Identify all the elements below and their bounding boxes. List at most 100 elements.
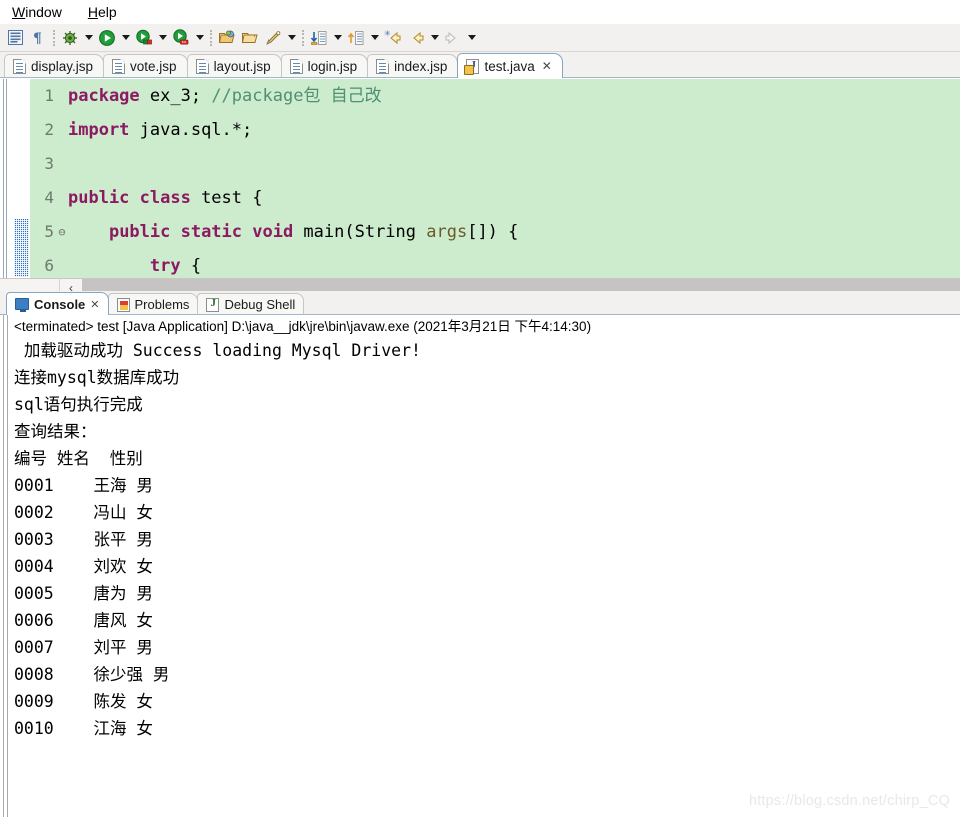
toolbar-separator — [210, 29, 212, 46]
menu-item-window-mnemonic: W — [12, 4, 26, 20]
console-output-panel[interactable]: <terminated> test [Java Application] D:\… — [0, 315, 960, 817]
code-line-text: public class test { — [68, 188, 263, 208]
open-type-icon[interactable] — [216, 27, 238, 49]
tab-console[interactable]: Console ✕ — [6, 292, 109, 315]
console-output-line: 加载驱动成功 Success loading Mysql Driver! — [14, 341, 421, 360]
svg-text:¶: ¶ — [33, 31, 42, 46]
console-output-line: 0004 刘欢 女 — [14, 557, 153, 576]
console-status-line: <terminated> test [Java Application] D:\… — [14, 319, 592, 334]
run-configurations-dropdown-arrow[interactable] — [156, 27, 169, 49]
code-line: 3 — [30, 147, 960, 181]
console-output-lines: 加载驱动成功 Success loading Mysql Driver! 连接my… — [14, 337, 960, 742]
forward-icon[interactable] — [442, 27, 464, 49]
back-icon[interactable] — [405, 27, 427, 49]
console-output-line: 0002 冯山 女 — [14, 503, 153, 522]
java-file-warning-icon — [464, 58, 480, 75]
jsp-file-icon — [195, 59, 209, 74]
editor-tab-label: display.jsp — [31, 59, 94, 74]
console-output-line: 连接mysql数据库成功 — [14, 368, 180, 387]
close-icon[interactable]: ✕ — [542, 59, 552, 73]
console-tab-label: Console — [34, 296, 86, 312]
next-annotation-icon[interactable] — [308, 27, 330, 49]
line-number: 6 — [44, 256, 54, 275]
search-dropdown-arrow[interactable] — [285, 27, 298, 49]
console-icon — [15, 298, 29, 312]
console-left-ruler — [0, 315, 12, 817]
console-output-line: 0006 唐风 女 — [14, 611, 153, 630]
code-line: 4 public class test { — [30, 181, 960, 215]
console-output-line: sql语句执行完成 — [14, 395, 143, 414]
jsp-file-icon — [13, 59, 26, 74]
code-line: 2 import java.sql.*; — [30, 113, 960, 147]
run-dropdown-arrow[interactable] — [119, 27, 132, 49]
code-line: 5 ⊖ public static void main(String args[]… — [30, 215, 960, 249]
code-line-text: package ex_3; //package包 自己改 — [68, 86, 382, 106]
menu-item-help-mnemonic: H — [87, 4, 98, 20]
console-tab-label: Debug Shell — [224, 297, 296, 312]
outline-icon[interactable] — [4, 27, 26, 49]
back-dropdown-arrow[interactable] — [428, 27, 441, 49]
editor-tab-login-jsp[interactable]: login.jsp — [280, 54, 369, 78]
editor-tab-vote-jsp[interactable]: vote.jsp — [103, 54, 188, 78]
line-number: 2 — [44, 120, 54, 139]
console-tab-label: Problems — [134, 297, 190, 312]
console-view: Console ✕ Problems Debug Shell <terminat… — [0, 291, 960, 817]
console-output-line: 0001 王海 男 — [14, 476, 153, 495]
toolbar-separator — [302, 29, 304, 46]
jsp-file-icon — [376, 59, 390, 74]
external-tools-icon[interactable] — [170, 27, 192, 49]
fold-toggle-icon[interactable]: ⊖ — [56, 215, 68, 249]
editor-annotation-column[interactable] — [12, 79, 30, 278]
console-output-line: 0010 江海 女 — [14, 719, 153, 738]
selection-marker — [14, 219, 29, 277]
editor-tab-label: index.jsp — [394, 59, 448, 74]
line-number: 4 — [44, 188, 54, 207]
close-icon[interactable]: ✕ — [90, 298, 99, 311]
external-tools-dropdown-arrow[interactable] — [193, 27, 206, 49]
line-number: 3 — [44, 154, 54, 173]
tab-debug-shell[interactable]: Debug Shell — [197, 293, 305, 315]
search-icon[interactable] — [262, 27, 284, 49]
menu-item-window[interactable]: Window — [10, 3, 64, 21]
editor-tab-label: vote.jsp — [130, 59, 177, 74]
console-output-line: 0008 徐少强 男 — [14, 665, 170, 684]
jsp-file-icon — [289, 59, 303, 74]
line-number: 1 — [44, 86, 54, 105]
menu-item-help-label: elp — [97, 4, 117, 20]
open-resource-icon[interactable] — [239, 27, 261, 49]
console-output-line: 0003 张平 男 — [14, 530, 153, 549]
console-output-line: 编号 姓名 性别 — [14, 449, 143, 468]
editor-tab-display-jsp[interactable]: display.jsp — [4, 54, 105, 78]
editor-tab-strip: display.jsp vote.jsp layout.jsp login.js… — [0, 52, 960, 78]
tab-problems[interactable]: Problems — [107, 293, 199, 315]
run-icon[interactable] — [96, 27, 118, 49]
menu-item-help[interactable]: Help — [86, 3, 119, 21]
previous-annotation-icon[interactable] — [345, 27, 367, 49]
last-edit-location-icon[interactable]: ✳ — [382, 27, 404, 49]
forward-dropdown-arrow[interactable] — [465, 27, 478, 49]
code-line-text: try { — [149, 256, 202, 276]
debug-shell-icon — [206, 297, 220, 312]
run-configurations-icon[interactable] — [133, 27, 155, 49]
code-line-text: import java.sql.*; — [68, 120, 253, 140]
editor-tab-label: login.jsp — [307, 59, 358, 74]
editor-tab-index-jsp[interactable]: index.jsp — [367, 54, 459, 78]
console-tab-strip: Console ✕ Problems Debug Shell — [0, 291, 960, 315]
editor-tab-layout-jsp[interactable]: layout.jsp — [186, 54, 282, 78]
watermark: https://blog.csdn.net/chirp_CQ — [748, 793, 950, 809]
previous-annotation-dropdown-arrow[interactable] — [368, 27, 381, 49]
debug-dropdown-arrow[interactable] — [82, 27, 95, 49]
console-output-line: 查询结果： — [14, 422, 97, 441]
editor-tab-test-java[interactable]: test.java ✕ — [457, 53, 563, 78]
console-output-line: 0005 唐为 男 — [14, 584, 153, 603]
console-output-line: 0009 陈发 女 — [14, 692, 153, 711]
menu-bar: Window Help — [0, 0, 960, 24]
debug-icon[interactable] — [59, 27, 81, 49]
console-text[interactable]: <terminated> test [Java Application] D:\… — [12, 315, 960, 817]
code-text-area[interactable]: 1 package ex_3; //package包 自己改 2 import jav… — [30, 79, 960, 278]
code-editor[interactable]: 1 package ex_3; //package包 自己改 2 import jav… — [0, 78, 960, 278]
paragraph-mark-icon[interactable]: ¶ — [27, 27, 49, 49]
next-annotation-dropdown-arrow[interactable] — [331, 27, 344, 49]
svg-text:✳: ✳ — [384, 29, 391, 38]
problems-icon — [116, 297, 130, 312]
